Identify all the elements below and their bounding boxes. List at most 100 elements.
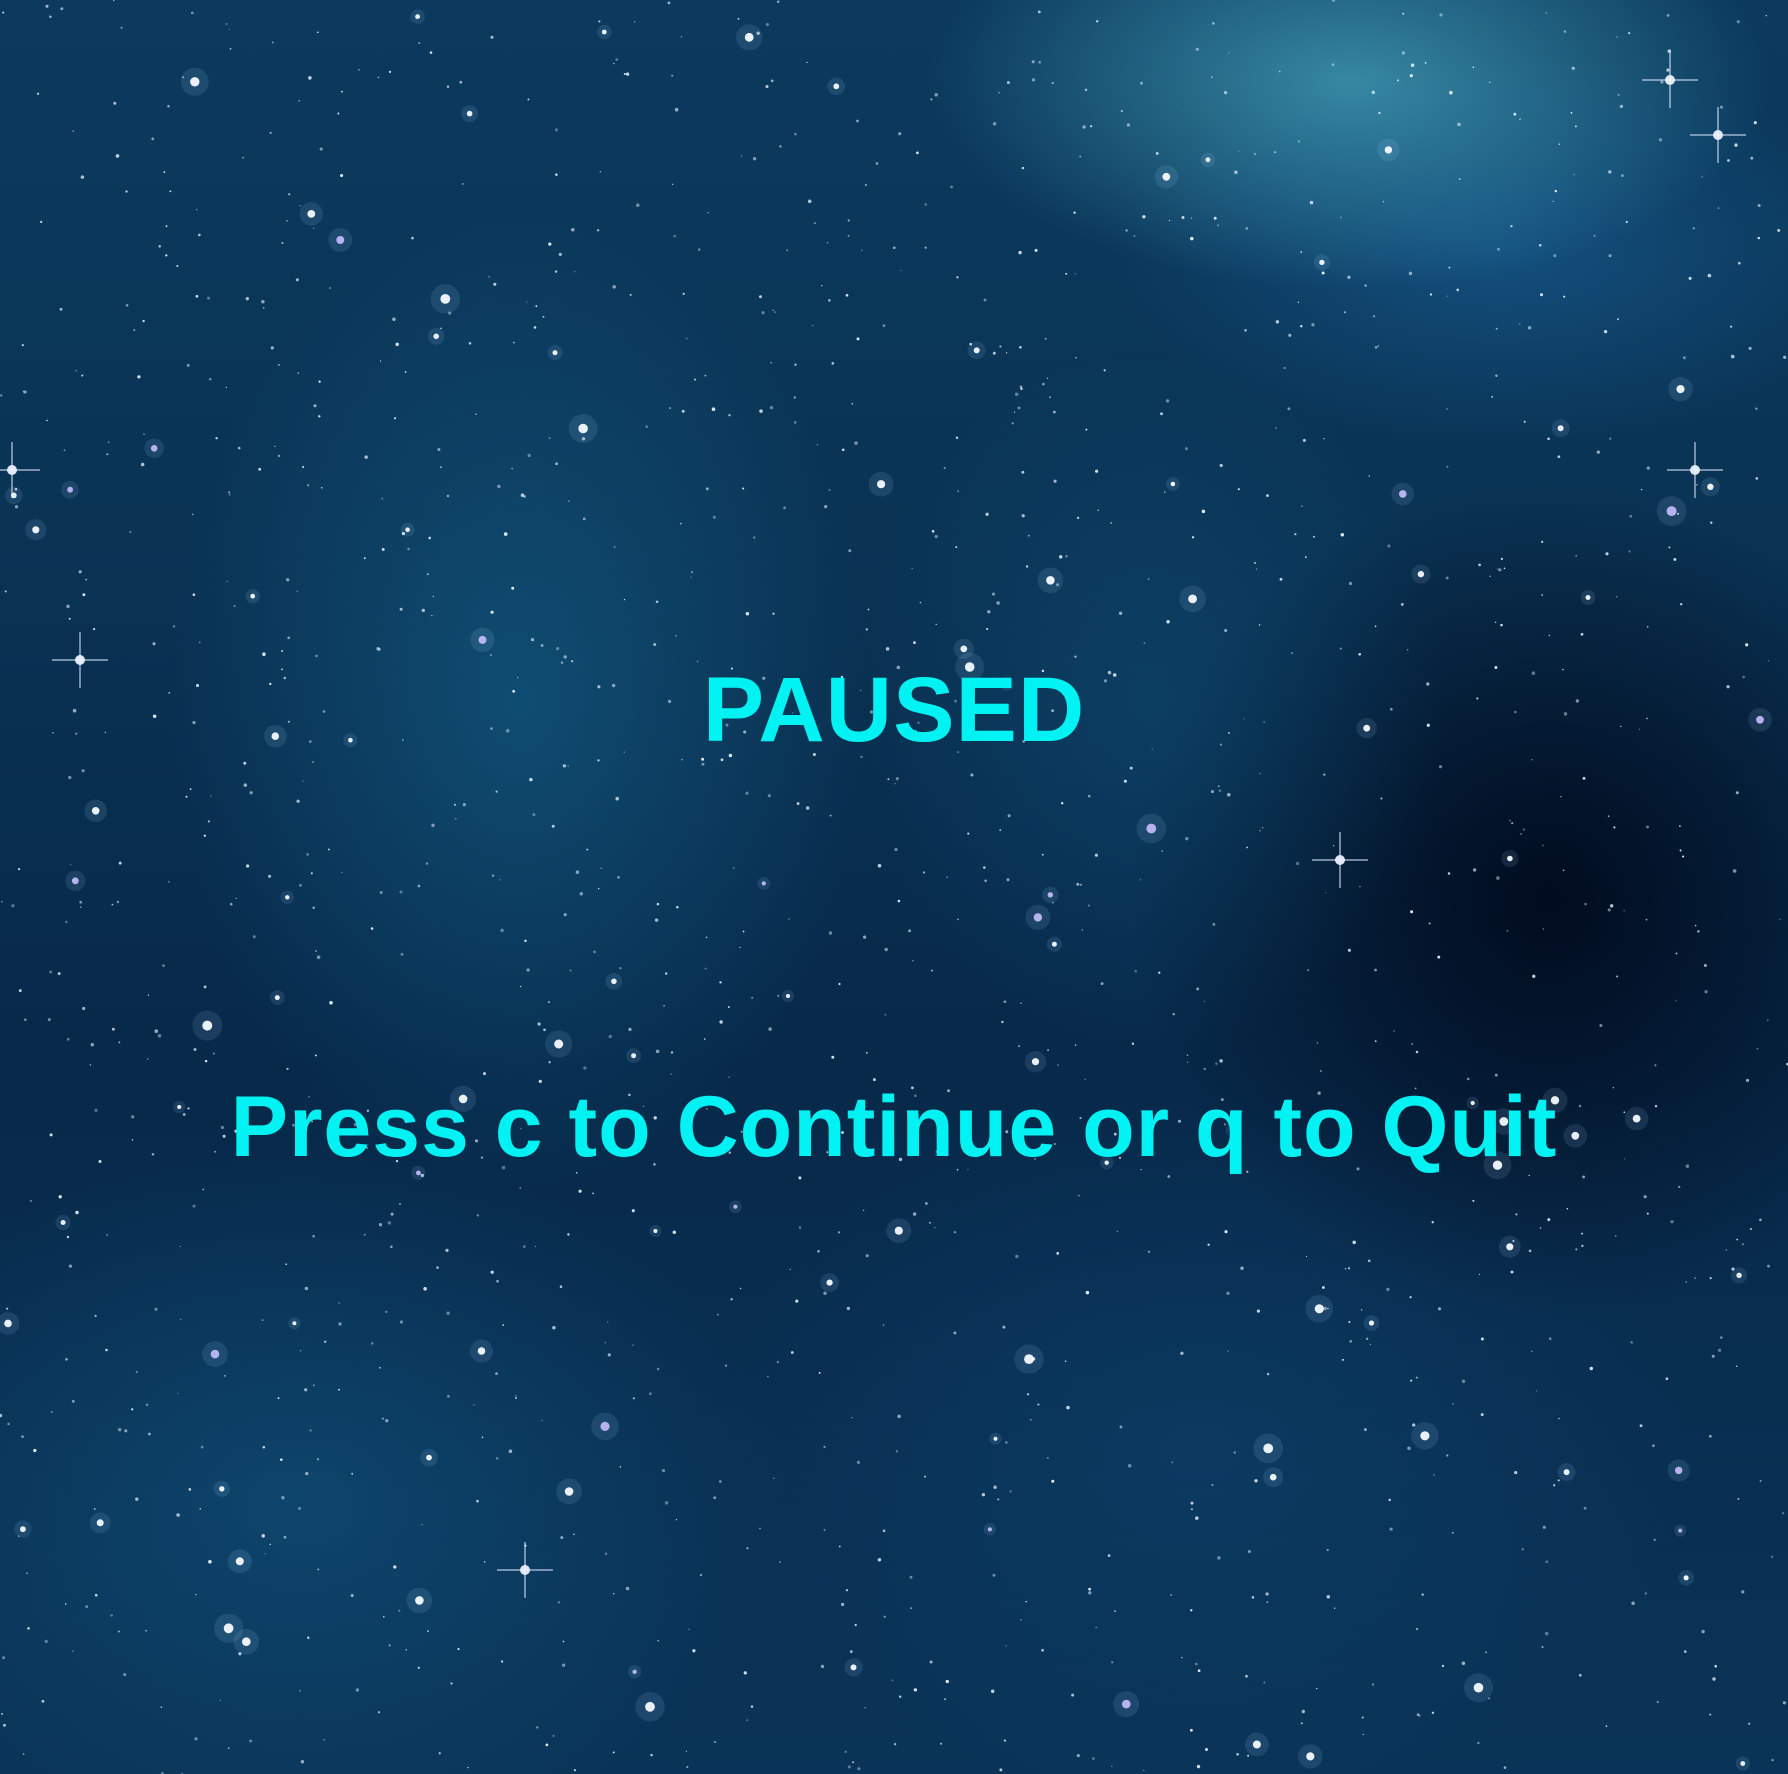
star [1217,1556,1221,1560]
star [562,1640,565,1643]
star [296,590,299,593]
star [667,1,671,5]
star [1545,12,1548,14]
star [567,1233,570,1236]
star [379,891,383,894]
star [1005,1441,1008,1444]
star [543,1028,546,1032]
star [1026,1393,1030,1396]
star [70,863,72,866]
star [934,535,938,539]
star [837,1231,841,1234]
star [545,1743,549,1747]
star [761,311,765,315]
star [1084,88,1088,92]
star [113,101,117,105]
star [1090,125,1093,128]
star [1170,481,1176,487]
star [210,794,212,797]
star [1709,1713,1712,1716]
star [1275,427,1277,429]
star [309,1429,312,1432]
star [459,80,463,84]
star [1126,123,1131,127]
star [286,220,288,222]
star [399,607,403,611]
star [1244,328,1247,332]
star [243,783,248,787]
star [765,23,769,27]
star [381,497,384,500]
star [776,0,780,3]
star [681,409,685,413]
star [928,1221,931,1224]
star [431,823,435,828]
star [1003,1739,1006,1742]
star [1246,846,1249,849]
star [1707,483,1714,490]
star [63,449,66,452]
star [476,1499,479,1503]
star [1461,1379,1466,1384]
star [341,90,343,93]
star [555,173,558,176]
star [887,778,890,781]
sparkle-star-icon [1312,832,1368,888]
star [569,969,572,972]
star [1542,844,1544,847]
star [1562,869,1565,872]
star [371,1342,374,1345]
star [1407,649,1409,651]
star [1011,422,1014,425]
star [1421,1593,1424,1596]
star [798,1226,802,1229]
star [285,577,290,582]
star [992,1573,996,1577]
star [1227,1350,1229,1352]
star [1217,785,1220,788]
star [848,549,852,553]
star [1041,1648,1044,1652]
star [1348,1320,1351,1324]
star [533,326,537,329]
star [1203,1000,1206,1002]
star [1515,1213,1518,1216]
star [2,11,5,14]
star [1734,143,1738,147]
star [476,1214,479,1217]
star [393,1565,397,1569]
star [203,834,206,837]
star [663,1004,666,1007]
star [1478,563,1481,567]
star [446,494,450,498]
star [1409,74,1413,78]
star [1389,1527,1393,1531]
star [1253,561,1257,564]
star [250,593,256,599]
star [1326,1595,1331,1599]
star [796,802,800,806]
star [554,270,558,273]
star [1162,172,1171,181]
star [1547,437,1550,441]
star [261,1319,264,1322]
star [987,610,991,614]
star [1678,1528,1683,1533]
star [1266,1601,1269,1603]
star [0,1413,3,1418]
star [179,1318,182,1321]
star [699,1573,703,1577]
star [898,132,902,136]
star [1081,929,1084,931]
star [176,264,179,268]
star [481,1436,484,1439]
star [1171,1461,1174,1464]
star [115,154,120,158]
star [1158,971,1161,974]
star [191,513,194,516]
star [1339,647,1342,650]
sparkle-star-icon [1642,52,1698,108]
star [1110,522,1113,524]
star [844,1750,847,1754]
star [500,1660,504,1663]
